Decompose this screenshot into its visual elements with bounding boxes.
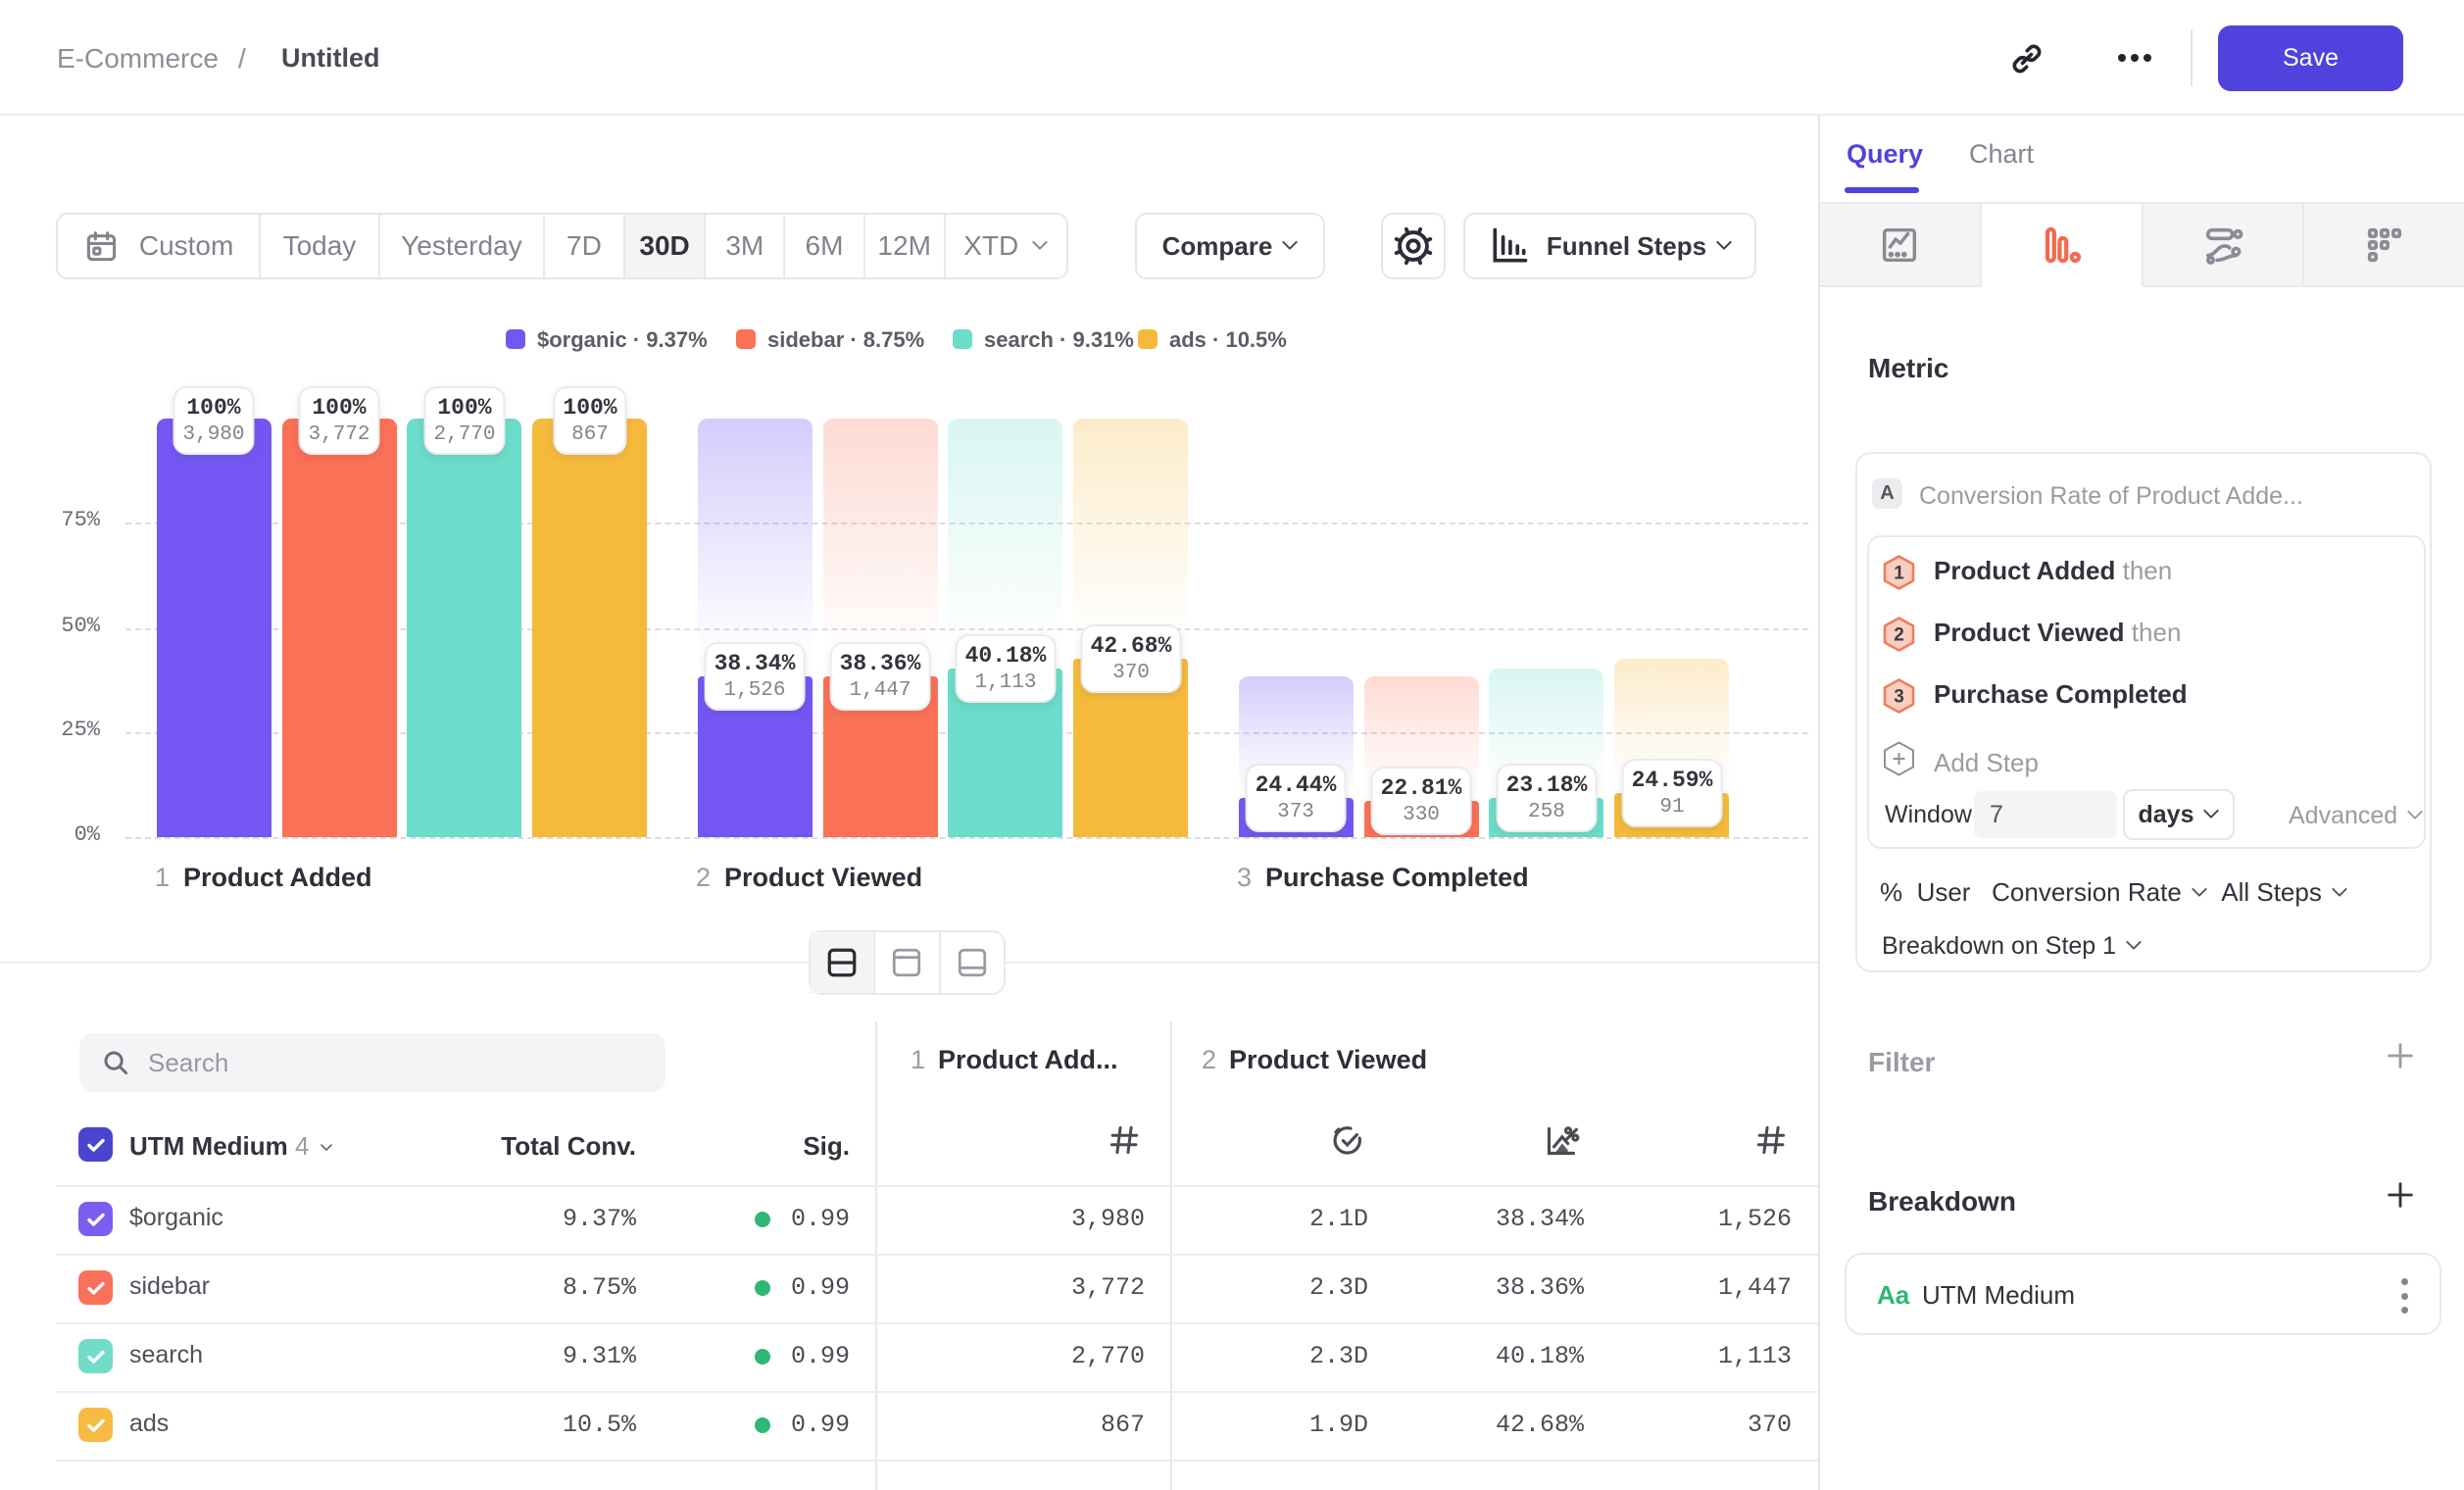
- svg-text:1: 1: [1894, 564, 1904, 584]
- svg-text:2: 2: [1894, 625, 1904, 646]
- svg-text:3: 3: [1894, 687, 1904, 708]
